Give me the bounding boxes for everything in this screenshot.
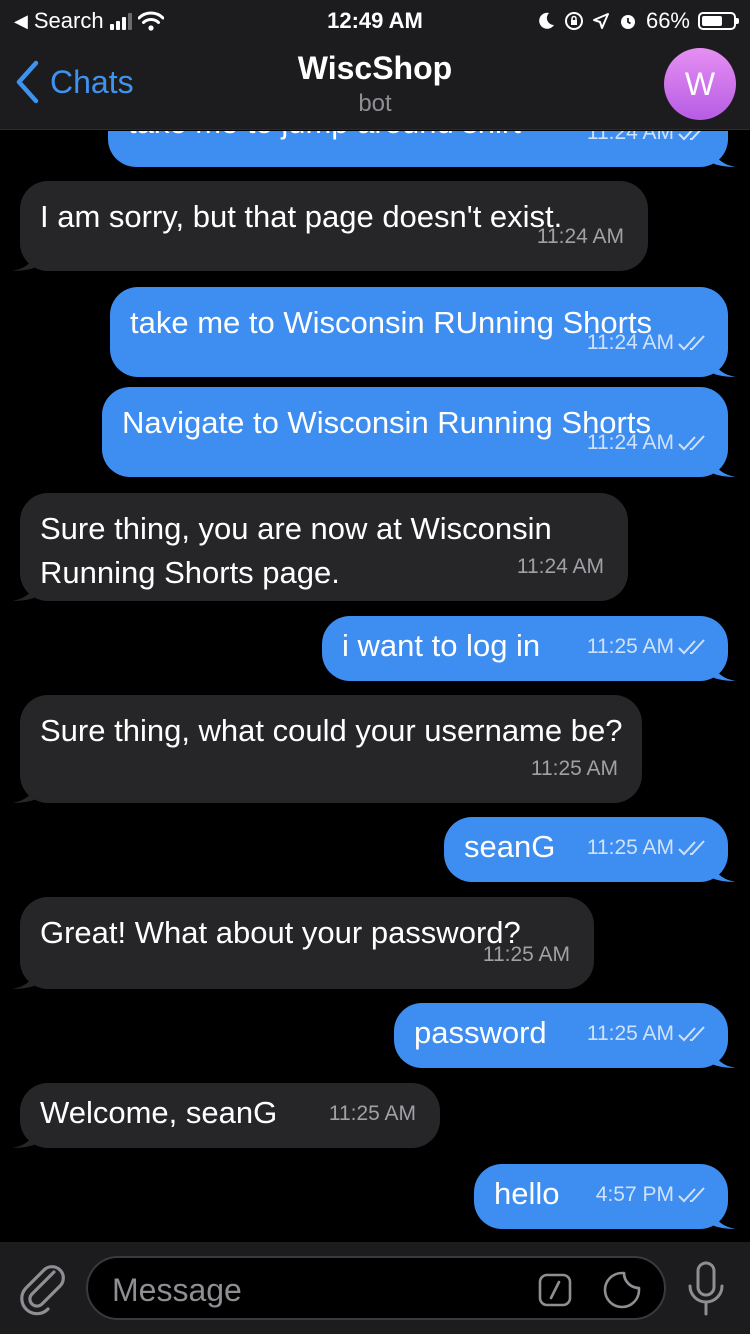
message-outgoing[interactable]: password 11:25 AM [394, 1003, 736, 1068]
avatar[interactable]: W [664, 48, 736, 120]
status-bar: ◀ Search 12:49 AM 66% [0, 0, 750, 40]
message-outgoing[interactable]: i want to log in 11:25 AM [322, 616, 736, 681]
message-time: 11:25 AM [530, 757, 618, 780]
bubble-tail [12, 967, 36, 989]
message-text: hello [494, 1176, 560, 1211]
avatar-initial: W [684, 65, 716, 102]
message-incoming[interactable]: Great! What about your password? 11:25 A… [12, 897, 594, 989]
message-text: I am sorry, but that page doesn't exist. [40, 199, 563, 234]
microphone-icon[interactable] [686, 1260, 726, 1318]
message-input[interactable] [112, 1268, 532, 1312]
chat-header: Chats WiscShop bot W [0, 40, 750, 130]
alarm-icon [620, 15, 635, 29]
bubble-tail [712, 1207, 736, 1229]
bubble-tail [12, 579, 36, 601]
bubble-tail [12, 1126, 36, 1148]
message-text: take me to Wisconsin RUnning Shorts [130, 305, 653, 340]
message-outgoing[interactable]: take me to Wisconsin RUnning Shorts 11:2… [110, 287, 736, 377]
orientation-lock-icon [564, 12, 583, 30]
message-time: 11:24 AM [586, 331, 674, 354]
double-check-icon [678, 335, 705, 351]
bubble-tail [712, 659, 736, 681]
message-text: seanG [464, 829, 556, 864]
bubble-tail [712, 355, 736, 377]
bubble-tail [712, 145, 736, 167]
message-outgoing[interactable]: hello 4:57 PM [474, 1164, 736, 1229]
message-list[interactable]: take me to jump around shirt 11:24 AM I … [0, 131, 750, 1242]
paperclip-icon[interactable] [18, 1260, 68, 1316]
message-text: i want to log in [342, 628, 541, 663]
bubble-tail [712, 860, 736, 882]
chat-title[interactable]: WiscShop [0, 50, 750, 87]
double-check-icon [678, 639, 705, 655]
bubble-tail [712, 455, 736, 477]
message-field[interactable] [86, 1256, 666, 1320]
bubble-tail [12, 781, 36, 803]
bubble-tail [12, 249, 36, 271]
double-check-icon [678, 435, 705, 451]
message-time: 11:24 AM [516, 555, 604, 578]
message-incoming[interactable]: I am sorry, but that page doesn't exist.… [12, 181, 648, 271]
message-time: 11:24 AM [536, 225, 624, 248]
location-icon [592, 13, 609, 29]
message-text: Welcome, seanG [40, 1095, 278, 1130]
message-incoming[interactable]: Sure thing, what could your username be?… [12, 695, 642, 803]
message-time: 11:25 AM [482, 943, 570, 966]
moon-icon [539, 12, 554, 29]
message-time: 11:24 AM [586, 431, 674, 454]
battery-percent: 66% [645, 8, 690, 33]
sticker-icon[interactable] [602, 1270, 642, 1310]
message-time: 11:25 AM [328, 1102, 416, 1125]
message-time: 11:24 AM [586, 131, 674, 144]
battery-fill [702, 16, 722, 26]
message-time: 11:25 AM [586, 1022, 674, 1045]
message-time: 11:25 AM [586, 836, 674, 859]
double-check-icon [678, 840, 705, 856]
message-incoming[interactable]: Sure thing, you are now at Wisconsin Run… [12, 493, 628, 601]
message-text: Great! What about your password? [40, 915, 521, 950]
message-time: 4:57 PM [595, 1183, 674, 1206]
double-check-icon [678, 1187, 705, 1203]
message-text: Navigate to Wisconsin Running Shorts [122, 405, 651, 440]
message-outgoing[interactable]: seanG 11:25 AM [444, 817, 736, 882]
message-text: password [414, 1015, 547, 1050]
slash-command-icon[interactable] [538, 1273, 572, 1307]
battery-icon [698, 12, 739, 30]
message-text: take me to jump around shirt [128, 131, 521, 140]
message-incoming[interactable]: Welcome, seanG 11:25 AM [12, 1083, 440, 1148]
chat-subtitle: bot [358, 90, 392, 117]
double-check-icon [678, 1026, 705, 1042]
bubble-tail [712, 1046, 736, 1068]
message-time: 11:25 AM [586, 635, 674, 658]
message-composer [0, 1242, 750, 1334]
message-outgoing[interactable]: take me to jump around shirt 11:24 AM [108, 131, 736, 167]
double-check-icon [678, 131, 701, 141]
message-outgoing[interactable]: Navigate to Wisconsin Running Shorts 11:… [102, 387, 736, 477]
